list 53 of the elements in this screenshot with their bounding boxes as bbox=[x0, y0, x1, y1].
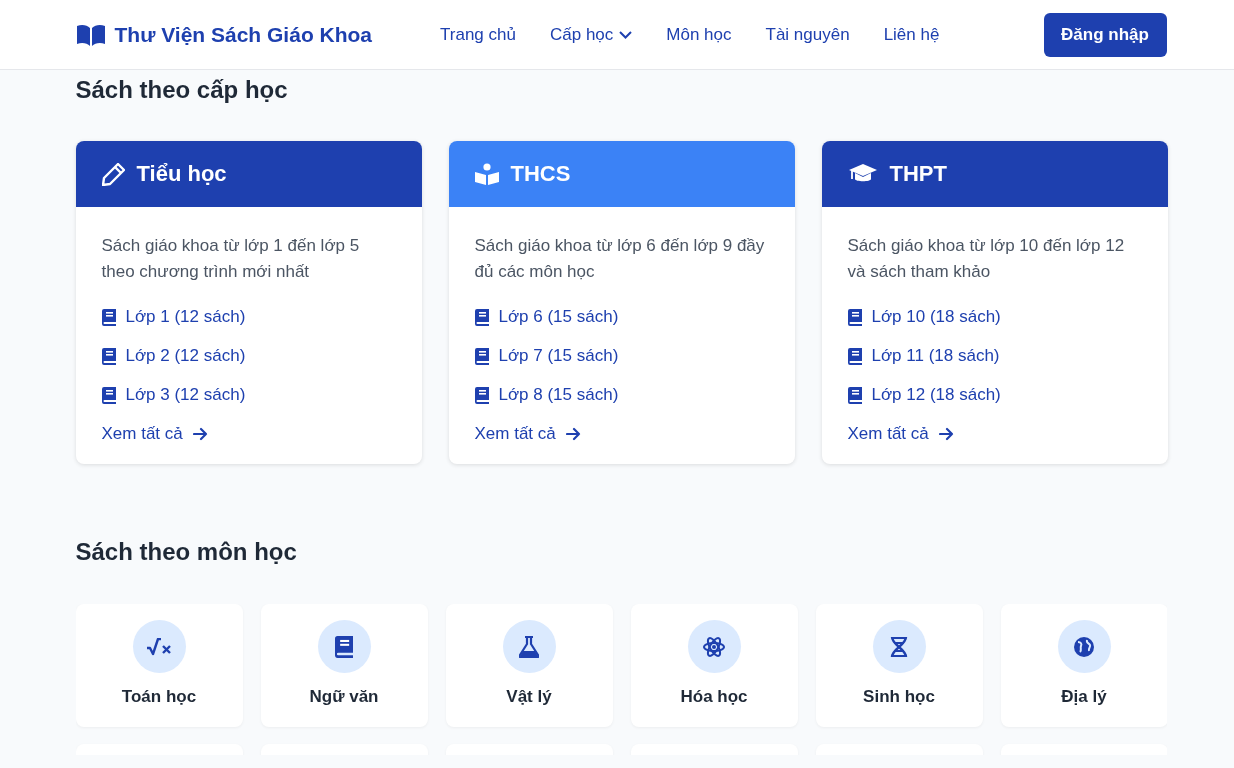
grade-link[interactable]: Lớp 7 (15 sách) bbox=[498, 346, 619, 366]
square-root-icon bbox=[146, 637, 172, 656]
nav-link[interactable]: Trang chủ bbox=[440, 24, 516, 45]
login-button[interactable]: Đăng nhập bbox=[1043, 12, 1167, 57]
subject-card[interactable]: Địa lý bbox=[1000, 604, 1167, 727]
grade-link[interactable]: Lớp 2 (12 sách) bbox=[125, 346, 246, 366]
subject-card[interactable]: Sinh học bbox=[815, 604, 983, 727]
book-icon bbox=[847, 386, 862, 404]
book-icon bbox=[474, 308, 489, 326]
view-all-link[interactable]: Xem tất cả bbox=[101, 424, 208, 444]
nav-link[interactable]: Môn học bbox=[666, 24, 732, 45]
grade-link[interactable]: Lớp 1 (12 sách) bbox=[125, 307, 246, 327]
arrow-right-icon bbox=[938, 427, 954, 441]
flask-icon bbox=[519, 635, 539, 658]
nav-link[interactable]: Liên hệ bbox=[883, 24, 940, 45]
book-icon bbox=[474, 386, 489, 404]
arrow-right-icon bbox=[192, 427, 208, 441]
card-title: THPT bbox=[889, 161, 947, 187]
grade-link[interactable]: Lớp 3 (12 sách) bbox=[125, 385, 246, 405]
grade-link[interactable]: Lớp 12 (18 sách) bbox=[871, 385, 1001, 405]
open-book-icon bbox=[75, 23, 106, 46]
chevron-down-icon bbox=[619, 30, 633, 39]
book-icon bbox=[847, 347, 862, 365]
section-title: Sách theo môn học bbox=[75, 537, 298, 567]
atom-icon bbox=[703, 635, 725, 658]
card-description: Sách giáo khoa từ lớp 10 đến lớp 12 và sách tham khảo bbox=[847, 235, 1126, 283]
card-description: Sách giáo khoa từ lớp 6 đến lớp 9 đầy đủ các môn học bbox=[474, 235, 766, 283]
card-title: THCS bbox=[510, 161, 571, 187]
nav-link[interactable]: Tài nguyên bbox=[765, 24, 850, 45]
reader-icon bbox=[474, 163, 499, 185]
arrow-right-icon bbox=[565, 427, 581, 441]
subject-card[interactable]: Toán học bbox=[75, 604, 243, 727]
grade-link[interactable]: Lớp 8 (15 sách) bbox=[498, 385, 619, 405]
site-title: Thư Viện Sách Giáo Khoa bbox=[114, 22, 373, 47]
grade-link[interactable]: Lớp 6 (15 sách) bbox=[498, 307, 619, 327]
card-description: Sách giáo khoa từ lớp 1 đến lớp 5 theo chương trình mới nhất bbox=[101, 235, 361, 283]
grade-link[interactable]: Lớp 11 (18 sách) bbox=[871, 346, 1000, 366]
book-icon bbox=[101, 347, 116, 365]
book-icon bbox=[335, 635, 353, 658]
grade-link[interactable]: Lớp 10 (18 sách) bbox=[871, 307, 1001, 327]
subject-card[interactable]: Ngữ văn bbox=[260, 604, 428, 727]
pencil-icon bbox=[101, 162, 125, 186]
nav-link[interactable]: Cấp học bbox=[549, 24, 633, 45]
book-icon bbox=[847, 308, 862, 326]
subject-card[interactable]: Vật lý bbox=[445, 604, 613, 727]
book-icon bbox=[101, 386, 116, 404]
book-icon bbox=[474, 347, 489, 365]
book-icon bbox=[101, 308, 116, 326]
view-all-link[interactable]: Xem tất cả bbox=[847, 424, 954, 444]
view-all-link[interactable]: Xem tất cả bbox=[474, 424, 581, 444]
card-title: Tiểu học bbox=[136, 161, 227, 187]
subject-card[interactable]: Hóa học bbox=[630, 604, 798, 727]
section-title: Sách theo cấp học bbox=[75, 75, 289, 105]
